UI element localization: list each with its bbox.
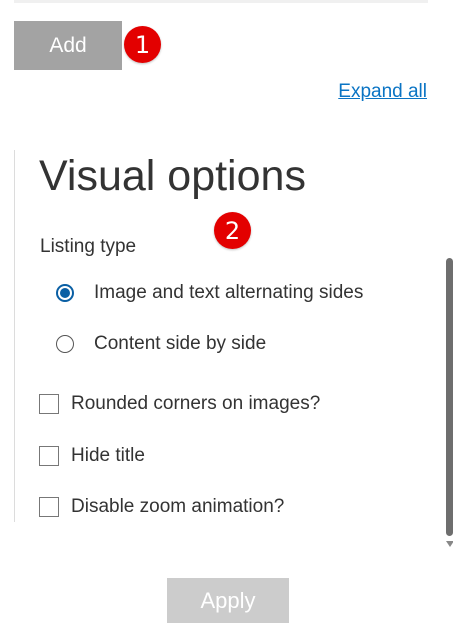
radio-option-side-by-side[interactable]: Content side by side [56, 333, 266, 355]
panel-title: Visual options [39, 152, 306, 200]
checkbox[interactable] [39, 497, 59, 517]
scroll-down-arrow-icon[interactable] [446, 541, 453, 547]
step-marker-2: 2 [214, 212, 251, 249]
listing-type-label: Listing type [40, 236, 137, 257]
step-marker-1: 1 [124, 26, 161, 63]
top-divider [14, 0, 428, 3]
radio-label: Image and text alternating sides [94, 282, 364, 303]
checkbox-label: Rounded corners on images? [71, 393, 321, 414]
radio-option-alternating[interactable]: Image and text alternating sides [56, 282, 363, 304]
checkbox[interactable] [39, 394, 59, 414]
checkbox-rounded-corners[interactable]: Rounded corners on images? [39, 393, 320, 415]
radio-button-selected[interactable] [56, 284, 74, 302]
add-button[interactable]: Add [14, 21, 122, 70]
radio-button[interactable] [56, 335, 74, 353]
checkbox-disable-zoom[interactable]: Disable zoom animation? [39, 496, 284, 518]
page: Add 1 Expand all Visual options 2 Listin… [0, 0, 453, 631]
checkbox-label: Hide title [71, 445, 145, 466]
checkbox-label: Disable zoom animation? [71, 496, 285, 517]
panel-left-border [14, 150, 15, 522]
checkbox-hide-title[interactable]: Hide title [39, 445, 145, 467]
checkbox[interactable] [39, 446, 59, 466]
expand-all-link[interactable]: Expand all [338, 81, 427, 103]
radio-label: Content side by side [94, 333, 267, 354]
apply-button[interactable]: Apply [167, 578, 289, 623]
scrollbar-thumb[interactable] [446, 258, 453, 536]
